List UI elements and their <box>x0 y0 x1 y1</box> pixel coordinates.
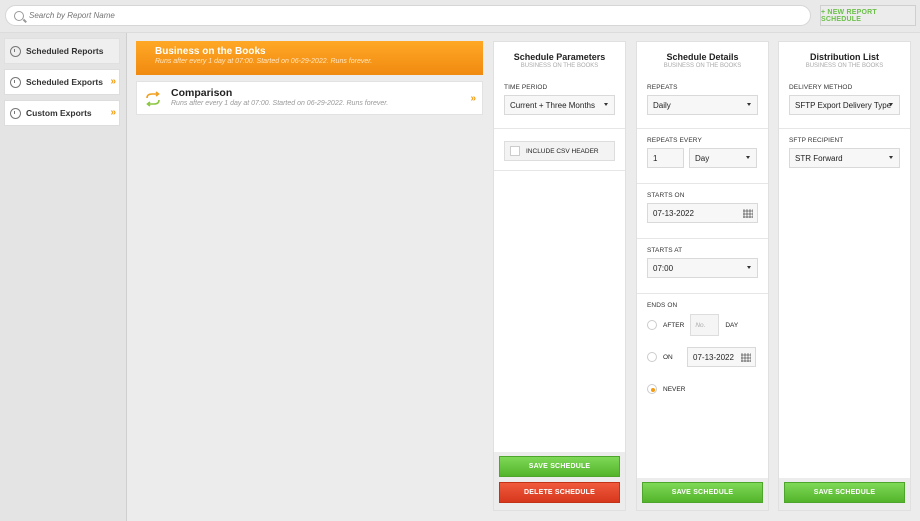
starts-on-value: 07-13-2022 <box>653 208 694 218</box>
repeats-label: REPEATS <box>647 84 678 91</box>
never-label: NEVER <box>663 385 686 393</box>
starts-at-value: 07:00 <box>653 263 674 273</box>
new-report-schedule-button[interactable]: + NEW REPORT SCHEDULE <box>820 5 916 26</box>
report-item-business-on-the-books[interactable]: Business on the Books Runs after every 1… <box>136 41 483 75</box>
chevron-double-right-icon: » <box>470 93 475 104</box>
ends-on-date-field[interactable]: 07-13-2022 <box>687 347 756 367</box>
save-schedule-button[interactable]: SAVE SCHEDULE <box>784 482 905 503</box>
repeats-every-num: 1 <box>653 153 658 163</box>
clock-icon <box>10 76 21 88</box>
ends-after-option[interactable]: AFTER No. DAY <box>647 313 758 337</box>
after-label: AFTER <box>663 321 685 329</box>
repeats-select[interactable]: Daily <box>647 95 758 115</box>
distribution-list-panel: Distribution List BUSINESS ON THE BOOKS … <box>778 41 911 511</box>
nav-item-scheduled-exports[interactable]: Scheduled Exports » <box>4 69 120 95</box>
schedule-parameters-panel: Schedule Parameters BUSINESS ON THE BOOK… <box>493 41 626 511</box>
repeats-every-label: REPEATS EVERY <box>647 137 702 144</box>
on-radio[interactable] <box>647 352 657 362</box>
save-schedule-button[interactable]: SAVE SCHEDULE <box>642 482 763 503</box>
top-bar: + NEW REPORT SCHEDULE <box>0 0 920 33</box>
after-radio[interactable] <box>647 320 657 330</box>
report-title: Comparison <box>171 87 233 99</box>
starts-at-label: STARTS AT <box>647 247 683 254</box>
calendar-icon[interactable] <box>741 353 751 362</box>
caret-down-icon <box>746 156 750 159</box>
clock-icon <box>10 107 21 119</box>
save-schedule-button[interactable]: SAVE SCHEDULE <box>499 456 620 477</box>
include-csv-header-checkbox[interactable]: INCLUDE CSV HEADER <box>504 141 615 161</box>
repeats-every-unit: Day <box>695 153 710 163</box>
search-input[interactable] <box>29 11 789 20</box>
delete-schedule-button[interactable]: DELETE SCHEDULE <box>499 482 620 503</box>
panel-subtitle: BUSINESS ON THE BOOKS <box>663 63 742 69</box>
delivery-method-value: SFTP Export Delivery Type <box>795 100 892 110</box>
panel-title: Distribution List <box>810 52 879 62</box>
never-radio[interactable] <box>647 384 657 394</box>
report-title: Business on the Books <box>155 46 266 57</box>
day-label: DAY <box>725 321 739 329</box>
after-count-input[interactable]: No. <box>690 314 720 336</box>
ends-on-value: 07-13-2022 <box>693 352 734 362</box>
panel-subtitle: BUSINESS ON THE BOOKS <box>520 63 599 69</box>
schedule-details-panel: Schedule Details BUSINESS ON THE BOOKS R… <box>636 41 769 511</box>
sftp-recipient-label: SFTP RECIPIENT <box>789 137 844 144</box>
nav-item-custom-exports[interactable]: Custom Exports » <box>4 100 120 126</box>
delivery-method-label: DELIVERY METHOD <box>789 84 853 91</box>
search-box[interactable] <box>5 5 811 26</box>
sftp-recipient-value: STR Forward <box>795 153 843 163</box>
time-period-value: Current + Three Months <box>510 100 596 110</box>
panel-subtitle: BUSINESS ON THE BOOKS <box>805 63 884 69</box>
delivery-method-select[interactable]: SFTP Export Delivery Type <box>789 95 900 115</box>
left-nav: Scheduled Reports Scheduled Exports » Cu… <box>0 33 127 521</box>
panel-title: Schedule Details <box>666 52 739 62</box>
starts-on-label: STARTS ON <box>647 192 685 199</box>
repeats-every-unit-select[interactable]: Day <box>689 148 757 168</box>
time-period-label: TIME PERIOD <box>504 84 548 91</box>
chevron-double-right-icon: » <box>110 107 115 118</box>
csv-header-label: INCLUDE CSV HEADER <box>526 147 599 155</box>
repeats-every-input[interactable]: 1 <box>647 148 684 168</box>
checkbox-box[interactable] <box>510 146 520 156</box>
search-icon <box>14 10 24 21</box>
starts-at-select[interactable]: 07:00 <box>647 258 758 278</box>
repeats-value: Daily <box>653 100 671 110</box>
clock-icon <box>10 45 21 57</box>
calendar-icon[interactable] <box>743 209 753 218</box>
nav-item-label: Scheduled Exports <box>26 77 103 87</box>
report-subtitle: Runs after every 1 day at 07:00. Started… <box>171 100 389 107</box>
caret-down-icon <box>747 103 751 106</box>
on-label: ON <box>663 353 673 361</box>
sync-icon <box>146 91 160 107</box>
report-subtitle: Runs after every 1 day at 07:00. Started… <box>155 58 373 65</box>
report-list: Business on the Books Runs after every 1… <box>136 41 483 115</box>
ends-on-label: ENDS ON <box>647 302 678 309</box>
sftp-recipient-select[interactable]: STR Forward <box>789 148 900 168</box>
ends-never-option[interactable]: NEVER <box>647 377 758 401</box>
caret-down-icon <box>747 266 751 269</box>
time-period-select[interactable]: Current + Three Months <box>504 95 615 115</box>
starts-on-date-field[interactable]: 07-13-2022 <box>647 203 758 223</box>
nav-item-scheduled-reports[interactable]: Scheduled Reports <box>4 38 120 64</box>
caret-down-icon <box>889 103 893 106</box>
chevron-double-right-icon: » <box>110 76 115 87</box>
report-item-comparison[interactable]: Comparison Runs after every 1 day at 07:… <box>136 81 483 115</box>
caret-down-icon <box>604 103 608 106</box>
nav-item-label: Scheduled Reports <box>26 46 104 56</box>
nav-item-label: Custom Exports <box>26 108 92 118</box>
ends-on-option[interactable]: ON 07-13-2022 <box>647 345 758 369</box>
panel-title: Schedule Parameters <box>513 52 606 62</box>
caret-down-icon <box>889 156 893 159</box>
